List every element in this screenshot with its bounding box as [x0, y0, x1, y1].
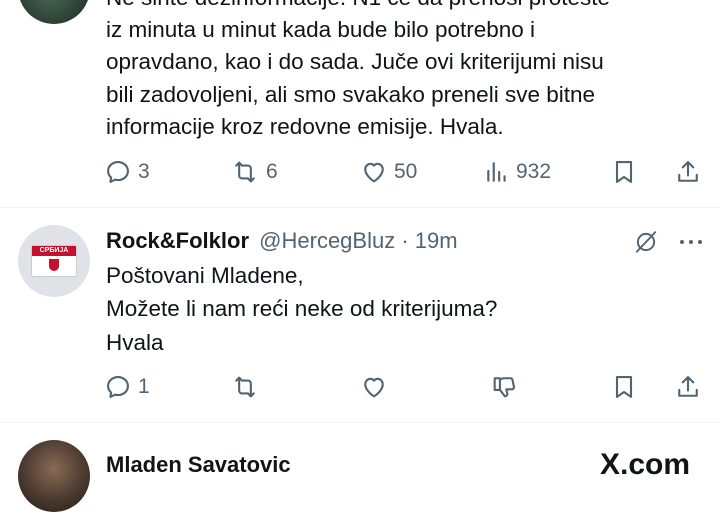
more-icon: [680, 240, 702, 244]
like-count: 50: [394, 160, 418, 183]
tweet2-line: Hvala: [106, 330, 164, 355]
separator: ·: [395, 228, 415, 253]
bookmark-icon: [615, 161, 633, 183]
tweet2-actions: 1: [104, 373, 704, 403]
reply-icon: [107, 161, 129, 183]
bookmark-button[interactable]: [610, 158, 638, 186]
heart-icon: [364, 162, 384, 183]
share-icon: [678, 161, 698, 182]
tweet2-line: Možete li nam reći neke od kriterijuma?: [106, 296, 498, 321]
reply-button[interactable]: 1: [104, 373, 150, 401]
share-icon: [678, 376, 698, 397]
tweet1-line: iz minuta u minut kada bude bilo potrebn…: [106, 17, 536, 42]
bookmark-icon: [615, 376, 633, 398]
bookmark-button[interactable]: [610, 373, 638, 401]
grok-icon: [635, 231, 657, 253]
tweet1-line: bili zadovoljeni, ali smo svakako prenel…: [106, 82, 596, 107]
reply-count: 3: [138, 160, 150, 183]
grok-button[interactable]: [633, 229, 659, 260]
views-button[interactable]: 932: [484, 158, 551, 186]
avatar-tweet2[interactable]: СРБИЈА: [18, 225, 90, 297]
divider: [0, 207, 720, 208]
timestamp[interactable]: 19m: [415, 228, 458, 253]
tweet3-header: Mladen Savatovic: [106, 452, 291, 478]
tweet1-line: informacije kroz redovne emisije. Hvala.: [106, 114, 504, 139]
repost-icon: [235, 161, 255, 183]
share-button[interactable]: [674, 158, 702, 186]
display-name[interactable]: Mladen Savatovic: [106, 452, 291, 477]
handle[interactable]: @HercegBluz: [259, 228, 395, 253]
avatar-badge: СРБИЈА: [32, 246, 76, 276]
reply-button[interactable]: 3: [104, 158, 150, 186]
repost-count: 6: [266, 160, 278, 183]
thumbs-down-icon: [493, 377, 515, 398]
share-button[interactable]: [674, 373, 702, 401]
heart-icon: [364, 377, 384, 398]
more-button[interactable]: [677, 229, 705, 260]
repost-button[interactable]: [230, 373, 260, 401]
views-icon: [487, 162, 506, 182]
repost-button[interactable]: 6: [230, 158, 278, 186]
tweet2-header: Rock&Folklor @HercegBluz · 19m: [106, 228, 458, 254]
tweet2-line: Poštovani Mladene,: [106, 263, 304, 288]
divider: [0, 422, 720, 423]
avatar-tweet1[interactable]: [18, 0, 90, 24]
avatar-tweet3[interactable]: [18, 440, 90, 512]
like-button[interactable]: 50: [360, 158, 417, 186]
display-name[interactable]: Rock&Folklor: [106, 228, 249, 253]
serbia-crest-icon: [49, 259, 59, 271]
downvote-button[interactable]: [490, 373, 518, 401]
views-count: 932: [516, 160, 552, 183]
tweet1-line: Ne širite dezinformacije. N1 će da preno…: [106, 0, 610, 15]
repost-icon: [235, 376, 255, 398]
tweet1-line: opravdano, kao i do sada. Juče ovi krite…: [106, 49, 604, 74]
avatar-badge-header: СРБИЈА: [32, 246, 76, 256]
reply-icon: [107, 376, 129, 398]
like-button[interactable]: [360, 373, 388, 401]
reply-count: 1: [138, 375, 150, 398]
tweet1-actions: 3 6 50 932: [104, 158, 704, 188]
watermark: X.com: [599, 448, 690, 481]
